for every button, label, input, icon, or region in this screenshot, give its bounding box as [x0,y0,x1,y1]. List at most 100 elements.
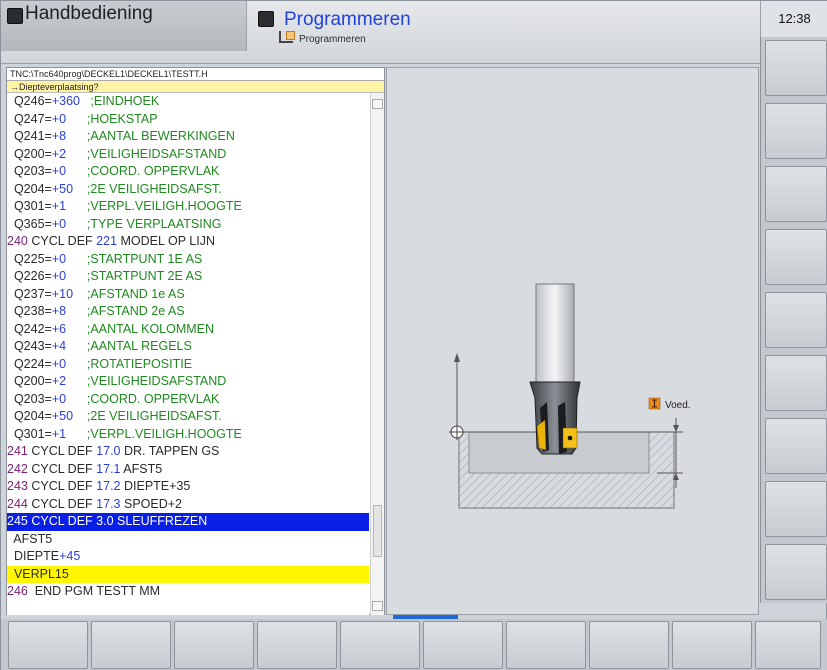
program-line[interactable]: Q226=+0 ;STARTPUNT 2E AS [7,268,369,286]
vertical-softkey-2[interactable] [765,103,827,159]
line-text: Q237= [7,286,52,301]
line-text: Q200= [7,374,52,388]
program-line[interactable]: AFST5 [7,531,369,549]
program-line[interactable]: 242 CYCL DEF 17.1 AFST5 [7,461,369,479]
line-comment: ;COORD. OPPERVLAK [66,391,220,406]
line-value: +50 [51,181,74,196]
program-line[interactable]: Q224=+0 ;ROTATIEPOSITIE [7,356,369,374]
softkey-1[interactable] [8,621,88,669]
vertical-softkey-6[interactable] [765,355,827,411]
horizontal-softkey-bar [1,619,827,670]
line-comment: ;VEILIGHEIDSAFSTAND [66,374,227,388]
line-comment: ;VERPL.VEILIGH.HOOGTE [66,426,242,441]
program-line[interactable]: 246 END PGM TESTT MM [7,583,369,601]
program-line[interactable]: Q243=+4 ;AANTAL REGELS [7,338,369,356]
program-line[interactable]: 243 CYCL DEF 17.2 DIEPTE+35 [7,478,369,496]
vertical-softkey-bar [760,37,827,603]
line-value: +1 [51,199,67,213]
program-line[interactable]: Q200=+2 ;VEILIGHEIDSAFSTAND [7,146,369,164]
program-line[interactable]: Q242=+6 ;AANTAL KOLOMMEN [7,321,369,339]
program-line[interactable]: Q200=+2 ;VEILIGHEIDSAFSTAND [7,373,369,391]
softkey-6[interactable] [423,621,503,669]
line-comment: ;2E VEILIGHEIDSAFST. [73,181,222,196]
line-text: Q200= [7,146,52,161]
program-line[interactable]: Q203=+0 ;COORD. OPPERVLAK [7,391,369,409]
line-value: +50 [51,409,74,423]
dialog-prompt: →Diepteverplaatsing? [7,81,384,93]
program-line[interactable]: 240 CYCL DEF 221 MODEL OP LIJN [7,233,369,251]
program-line[interactable]: DIEPTE+45 [7,548,369,566]
line-comment: ;STARTPUNT 1E AS [66,251,203,266]
vertical-softkey-3[interactable] [765,166,827,222]
program-line[interactable]: Q246=+360 ;EINDHOEK [7,93,369,111]
line-number: 245 [7,514,28,528]
line-value: +0 [51,251,67,266]
softkey-3[interactable] [174,621,254,669]
editor-scrollbar[interactable] [370,93,384,615]
line-number: 240 [7,234,28,248]
program-line[interactable]: Q203=+0 ;COORD. OPPERVLAK [7,163,369,181]
mode-manual[interactable]: Handbediening [1,1,247,51]
softkey-2[interactable] [91,621,171,669]
line-text: Q241= [7,129,52,143]
program-line[interactable]: Q225=+0 ;STARTPUNT 1E AS [7,251,369,269]
program-line[interactable]: 244 CYCL DEF 17.3 SPOED+2 [7,496,369,514]
softkey-10[interactable] [755,621,821,669]
mode-programming[interactable]: Programmeren Programmeren [253,1,553,51]
vertical-softkey-1[interactable] [765,40,827,96]
program-line[interactable]: Q204=+50 ;2E VEILIGHEIDSAFST. [7,408,369,426]
line-comment: ;COORD. OPPERVLAK [66,164,220,178]
softkey-7[interactable] [506,621,586,669]
line-text: CYCL DEF [27,479,97,493]
program-line[interactable]: Q365=+0 ;TYPE VERPLAATSING [7,216,369,234]
line-comment: ;STARTPUNT 2E AS [66,269,203,283]
line-text: MODEL OP LIJN [117,234,215,248]
program-line[interactable]: Q238=+8 ;AFSTAND 2e AS [7,303,369,321]
program-editor: TNC:\Tnc640prog\DECKEL1\DECKEL1\TESTT.H … [6,67,385,615]
header-bar: Handbediening Programmeren Programmeren [1,1,760,64]
line-value: +4 [51,339,67,353]
line-text: Q224= [7,356,52,371]
line-value: 17.3 [96,496,121,511]
softkey-4[interactable] [257,621,337,669]
scroll-up-arrow-icon[interactable] [372,99,383,109]
line-text: AFST5 [120,461,163,476]
program-line[interactable]: Q247=+0 ;HOEKSTAP [7,111,369,129]
softkey-5[interactable] [340,621,420,669]
line-text: Q203= [7,164,52,178]
program-code[interactable]: Q246=+360 ;EINDHOEK Q247=+0 ;HOEKSTAP Q2… [7,93,369,615]
line-text: Q365= [7,216,52,231]
line-text: CYCL DEF [27,444,97,458]
scroll-down-arrow-icon[interactable] [372,601,383,611]
line-comment: ;AANTAL KOLOMMEN [66,321,215,336]
vertical-softkey-5[interactable] [765,292,827,348]
line-text: SPOED+2 [120,496,183,511]
line-value: +6 [51,321,67,336]
program-line[interactable]: Q301=+1 ;VERPL.VEILIGH.HOOGTE [7,198,369,216]
line-text: Q242= [7,321,52,336]
line-value: +0 [51,356,67,371]
program-line[interactable]: Q241=+8 ;AANTAL BEWERKINGEN [7,128,369,146]
vertical-softkey-4[interactable] [765,229,827,285]
line-value: 17.0 [96,444,121,458]
line-text: DIEPTE [7,549,60,563]
line-comment: ;HOEKSTAP [66,111,158,126]
program-line[interactable]: Q204=+50 ;2E VEILIGHEIDSAFST. [7,181,369,199]
softkey-8[interactable] [589,621,669,669]
softkey-9[interactable] [672,621,752,669]
program-line-selected[interactable]: 245 CYCL DEF 3.0 SLEUFFREZEN [7,513,369,531]
program-line[interactable]: Q237=+10 ;AFSTAND 1e AS [7,286,369,304]
line-text: CYCL DEF [27,461,97,476]
line-text: Q301= [7,426,52,441]
program-line[interactable]: 241 CYCL DEF 17.0 DR. TAPPEN GS [7,443,369,461]
scroll-thumb[interactable] [373,505,382,557]
vertical-softkey-7[interactable] [765,418,827,474]
program-line[interactable]: VERPL15 [7,565,369,583]
program-path: TNC:\Tnc640prog\DECKEL1\DECKEL1\TESTT.H [7,68,384,81]
program-line[interactable]: Q301=+1 ;VERPL.VEILIGH.HOOGTE [7,426,369,444]
line-comment: ;EINDHOEK [79,94,160,108]
help-graphic-panel: Voed. [386,67,759,615]
mode-programming-sub: Programmeren [299,34,366,45]
vertical-softkey-9[interactable] [765,544,827,600]
vertical-softkey-8[interactable] [765,481,827,537]
